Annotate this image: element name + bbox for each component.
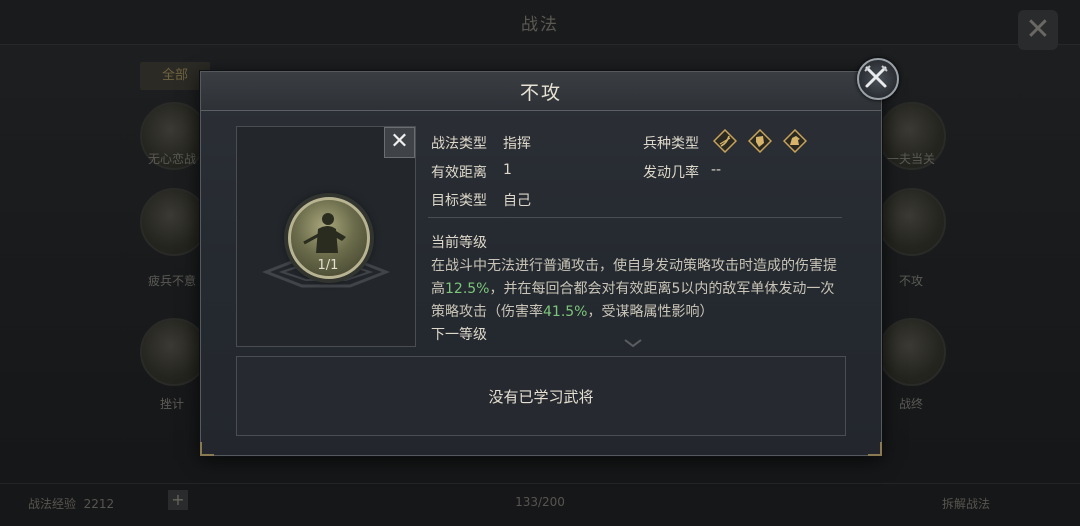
damage-increase-value: 12.5% [445, 281, 490, 297]
next-level-label: 下一等级 [431, 327, 487, 343]
corner-ornament [868, 442, 882, 456]
trigger-rate-label: 发动几率 [643, 165, 699, 181]
chevron-down-icon [624, 339, 642, 348]
portrait-close-button[interactable]: ✕ [384, 127, 415, 158]
no-generals-text: 没有已学习武将 [488, 388, 594, 406]
range-label: 有效距离 [431, 165, 487, 181]
crossed-swords-icon [864, 65, 888, 88]
range-value: 1 [503, 162, 512, 178]
dialog-title: 不攻 [519, 82, 562, 104]
tactic-description: 在战斗中无法进行普通攻击，使自身发动策略攻击时造成的伤害提高12.5%，并在每回… [431, 255, 843, 324]
shield-icon [748, 129, 772, 153]
background-title: 战法 [521, 15, 559, 35]
page-indicator: 133/200 [515, 495, 565, 509]
tactic-type-value: 指挥 [503, 136, 531, 152]
current-level-label: 当前等级 [431, 235, 487, 251]
background-tactic-card[interactable] [140, 188, 208, 256]
target-type-value: 自己 [503, 193, 531, 209]
background-close-button[interactable]: ✕ [1018, 10, 1058, 50]
cavalry-icon [783, 129, 807, 153]
bow-icon [713, 129, 737, 153]
dialog-close-button[interactable] [857, 58, 899, 100]
warrior-silhouette-icon [303, 213, 346, 253]
background-tactic-card[interactable] [878, 318, 946, 386]
divider [428, 217, 842, 218]
corner-ornament [200, 442, 214, 456]
background-tactic-card[interactable] [878, 188, 946, 256]
damage-rate-value: 41.5% [543, 304, 588, 320]
arms-type-label: 兵种类型 [643, 136, 699, 152]
trigger-rate-value: -- [711, 162, 722, 178]
tactic-level: 1/1 [317, 258, 339, 273]
description-text: ，受谋略属性影响） [587, 304, 714, 320]
dismantle-tactic-button[interactable]: 拆解战法 [942, 495, 990, 512]
tactic-type-label: 战法类型 [431, 136, 487, 152]
background-tactic-card[interactable] [140, 318, 208, 386]
target-type-label: 目标类型 [431, 193, 487, 209]
